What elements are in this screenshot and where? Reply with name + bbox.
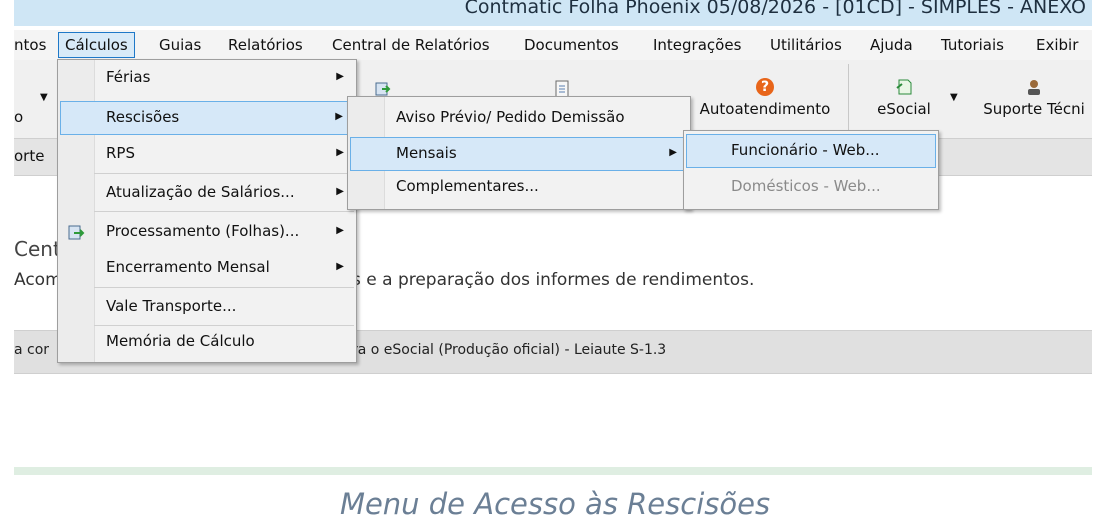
- menu-item-label: Funcionário - Web...: [731, 141, 880, 159]
- description-end: s e a preparação dos informes de rendime…: [352, 270, 755, 290]
- page-description: Acom s e a preparação dos informes de re…: [14, 270, 754, 290]
- menu-item-label: Memória de Cálculo: [106, 332, 255, 350]
- menu-item-exibir[interactable]: Exibir: [1036, 33, 1078, 57]
- menu-item-atualizacao-salarios[interactable]: Atualização de Salários... ▶: [60, 177, 354, 209]
- menu-item-label: Mensais: [396, 144, 457, 162]
- help-icon: ?: [756, 78, 774, 96]
- menu-item-complementares[interactable]: Complementares...: [350, 171, 688, 203]
- window-title: Contmatic Folha Phoenix 05/08/2026 - [01…: [464, 0, 1086, 18]
- esocial-icon: [895, 78, 913, 96]
- menu-item-utilitarios[interactable]: Utilitários: [770, 33, 842, 57]
- menu-item-rescisoes[interactable]: Rescisões ▶: [60, 101, 354, 135]
- submenu-arrow-icon: ▶: [336, 71, 344, 82]
- menu-item-vale-transporte[interactable]: Vale Transporte...: [60, 291, 354, 323]
- menu-item-rps[interactable]: RPS ▶: [60, 138, 354, 170]
- menu-item-central-relatorios[interactable]: Central de Relatórios: [332, 33, 490, 57]
- menu-separator: [94, 173, 354, 174]
- menu-item-domesticos-web: Domésticos - Web...: [686, 171, 936, 203]
- status-left-text: a cor: [14, 342, 50, 358]
- menu-item-memoria-calculo[interactable]: Memória de Cálculo: [60, 326, 354, 358]
- submenu-arrow-icon: ▶: [336, 261, 344, 272]
- menu-item-label: Complementares...: [396, 177, 539, 195]
- chevron-down-icon[interactable]: ▼: [40, 92, 48, 103]
- menu-item-label: Vale Transporte...: [106, 297, 237, 315]
- submenu-arrow-icon: ▶: [669, 147, 677, 158]
- export-icon: [68, 222, 86, 252]
- menu-item-label: Atualização de Salários...: [106, 183, 295, 201]
- menu-item-encerramento-mensal[interactable]: Encerramento Mensal ▶: [60, 252, 354, 284]
- esocial-button[interactable]: eSocial: [864, 78, 944, 118]
- menu-item-label: RPS: [106, 144, 135, 162]
- calculos-menu: Férias ▶ Rescisões ▶ RPS ▶ Atualização d…: [57, 59, 357, 363]
- menu-item-label: Processamento (Folhas)...: [106, 222, 300, 240]
- menu-item-funcionario-web[interactable]: Funcionário - Web...: [686, 134, 936, 168]
- description-start: Acom: [14, 270, 62, 290]
- autoatendimento-button[interactable]: ? Autoatendimento: [690, 78, 840, 118]
- submenu-arrow-icon: ▶: [336, 147, 344, 158]
- menu-item-aviso-previo[interactable]: Aviso Prévio/ Pedido Demissão: [350, 102, 688, 134]
- menu-item-tutoriais[interactable]: Tutoriais: [941, 33, 1004, 57]
- menu-item-label: Aviso Prévio/ Pedido Demissão: [396, 108, 625, 126]
- rescisoes-submenu: Aviso Prévio/ Pedido Demissão Mensais ▶ …: [347, 96, 691, 210]
- menu-item-label: Rescisões: [106, 108, 180, 126]
- menu-item-processamento[interactable]: Processamento (Folhas)... ▶: [60, 216, 354, 248]
- status-right-text: ra o eSocial (Produção oficial) - Leiaut…: [352, 342, 667, 358]
- menu-item-label: Encerramento Mensal: [106, 258, 270, 276]
- menu-item-ferias[interactable]: Férias ▶: [60, 62, 354, 94]
- suporte-tecnico-button[interactable]: Suporte Técni: [976, 78, 1092, 118]
- menu-item-integracoes[interactable]: Integrações: [653, 33, 741, 57]
- toolbar-left-button-label[interactable]: o: [14, 108, 23, 126]
- menu-item-lancamentos[interactable]: ntos: [14, 33, 46, 57]
- bottom-border: [14, 467, 1092, 475]
- page-title: Cent: [14, 237, 61, 261]
- esocial-label: eSocial: [877, 100, 931, 118]
- menu-item-ajuda[interactable]: Ajuda: [870, 33, 913, 57]
- menu-item-label: Domésticos - Web...: [731, 177, 881, 195]
- menu-separator: [94, 287, 354, 288]
- support-person-icon: [1025, 78, 1043, 96]
- suporte-label: Suporte Técni: [983, 100, 1085, 118]
- menu-item-documentos[interactable]: Documentos: [524, 33, 619, 57]
- menu-item-label: Férias: [106, 68, 151, 86]
- menu-item-relatorios[interactable]: Relatórios: [228, 33, 303, 57]
- autoatendimento-label: Autoatendimento: [699, 100, 831, 118]
- tab-suporte[interactable]: orte: [14, 147, 44, 165]
- mensais-submenu: Funcionário - Web... Domésticos - Web...: [683, 130, 939, 210]
- image-caption: Menu de Acesso às Rescisões: [339, 487, 771, 521]
- submenu-arrow-icon: ▶: [335, 111, 343, 122]
- submenu-arrow-icon: ▶: [336, 186, 344, 197]
- submenu-arrow-icon: ▶: [336, 225, 344, 236]
- menu-item-mensais[interactable]: Mensais ▶: [350, 137, 688, 171]
- menu-item-calculos[interactable]: Cálculos: [58, 32, 135, 58]
- title-bar: Contmatic Folha Phoenix 05/08/2026 - [01…: [14, 0, 1092, 26]
- toolbar-separator: [848, 64, 849, 130]
- chevron-down-icon[interactable]: ▼: [950, 92, 958, 103]
- menu-item-guias[interactable]: Guias: [159, 33, 201, 57]
- menu-bar: ntos Cálculos Guias Relatórios Central d…: [14, 30, 1092, 60]
- menu-separator: [94, 211, 354, 212]
